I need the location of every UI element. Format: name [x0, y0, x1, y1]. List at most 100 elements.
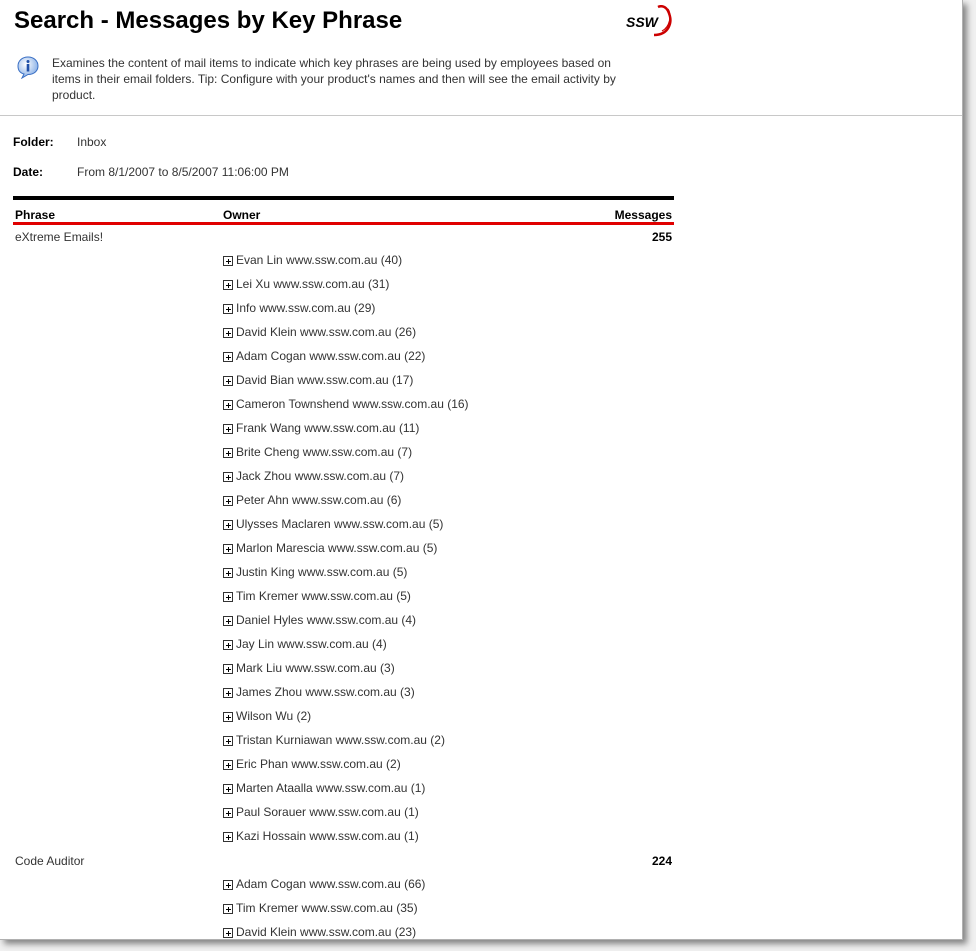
owner-name: Cameron Townshend www.ssw.com.au (16) — [236, 397, 469, 411]
expand-plus-icon[interactable] — [223, 568, 233, 578]
expand-plus-icon[interactable] — [223, 640, 233, 650]
ssw-logo: SSW — [626, 5, 672, 37]
owner-name: Marten Ataalla www.ssw.com.au (1) — [236, 781, 426, 795]
phrase-message-count: 224 — [651, 854, 672, 868]
report-page: Search - Messages by Key Phrase SSW Exam… — [0, 0, 963, 940]
expand-plus-icon[interactable] — [223, 616, 233, 626]
owner-name: Mark Liu www.ssw.com.au (3) — [236, 661, 395, 675]
owner-name: Daniel Hyles www.ssw.com.au (4) — [236, 613, 417, 627]
expand-plus-icon[interactable] — [223, 448, 233, 458]
owner-row: Kazi Hossain www.ssw.com.au (1) — [13, 825, 674, 849]
owner-row: Jay Lin www.ssw.com.au (4) — [13, 633, 674, 657]
owner-row: Eric Phan www.ssw.com.au (2) — [13, 753, 674, 777]
date-value: From 8/1/2007 to 8/5/2007 11:06:00 PM — [77, 165, 289, 179]
expand-plus-icon[interactable] — [223, 784, 233, 794]
owner-row: Brite Cheng www.ssw.com.au (7) — [13, 441, 674, 465]
expand-plus-icon[interactable] — [223, 736, 233, 746]
phrase-name: eXtreme Emails! — [15, 230, 104, 244]
owner-row: Daniel Hyles www.ssw.com.au (4) — [13, 609, 674, 633]
expand-plus-icon[interactable] — [223, 400, 233, 410]
expand-plus-icon[interactable] — [223, 880, 233, 890]
expand-plus-icon[interactable] — [223, 352, 233, 362]
expand-plus-icon[interactable] — [223, 760, 233, 770]
expand-plus-icon[interactable] — [223, 496, 233, 506]
owner-name: Jay Lin www.ssw.com.au (4) — [236, 637, 387, 651]
column-header-owner: Owner — [223, 208, 261, 222]
page-title: Search - Messages by Key Phrase — [14, 7, 403, 34]
owner-row: Jack Zhou www.ssw.com.au (7) — [13, 465, 674, 489]
page-description: Examines the content of mail items to in… — [52, 56, 616, 102]
owner-row: Paul Sorauer www.ssw.com.au (1) — [13, 801, 674, 825]
owner-name: Info www.ssw.com.au (29) — [236, 301, 376, 315]
owner-row: David Bian www.ssw.com.au (17) — [13, 369, 674, 393]
column-header-messages: Messages — [614, 208, 672, 222]
owner-row: David Klein www.ssw.com.au (26) — [13, 321, 674, 345]
expand-plus-icon[interactable] — [223, 376, 233, 386]
owner-name: David Klein www.ssw.com.au (23) — [236, 925, 417, 939]
owner-row: Lei Xu www.ssw.com.au (31) — [13, 273, 674, 297]
expand-plus-icon[interactable] — [223, 688, 233, 698]
expand-plus-icon[interactable] — [223, 832, 233, 842]
owner-name: David Klein www.ssw.com.au (26) — [236, 325, 417, 339]
owner-row: Tim Kremer www.ssw.com.au (35) — [13, 897, 674, 921]
owner-name: Adam Cogan www.ssw.com.au (22) — [236, 349, 426, 363]
report-table: Phrase Owner Messages eXtreme Emails! 255… — [13, 196, 674, 939]
expand-plus-icon[interactable] — [223, 280, 233, 290]
owner-row: Adam Cogan www.ssw.com.au (22) — [13, 345, 674, 369]
expand-plus-icon[interactable] — [223, 928, 233, 938]
owner-row: Frank Wang www.ssw.com.au (11) — [13, 417, 674, 441]
report-header: Search - Messages by Key Phrase SSW Exam… — [0, 0, 962, 116]
owner-name: Jack Zhou www.ssw.com.au (7) — [236, 469, 405, 483]
expand-plus-icon[interactable] — [223, 328, 233, 338]
owner-name: James Zhou www.ssw.com.au (3) — [236, 685, 415, 699]
owner-name: Paul Sorauer www.ssw.com.au (1) — [236, 805, 419, 819]
expand-plus-icon[interactable] — [223, 664, 233, 674]
owner-row: Info www.ssw.com.au (29) — [13, 297, 674, 321]
owner-row: Evan Lin www.ssw.com.au (40) — [13, 249, 674, 273]
owner-name: Tim Kremer www.ssw.com.au (35) — [236, 901, 418, 915]
expand-plus-icon[interactable] — [223, 304, 233, 314]
expand-plus-icon[interactable] — [223, 424, 233, 434]
owner-name: Tim Kremer www.ssw.com.au (5) — [236, 589, 411, 603]
expand-plus-icon[interactable] — [223, 904, 233, 914]
owner-name: Justin King www.ssw.com.au (5) — [236, 565, 408, 579]
owner-row: Tristan Kurniawan www.ssw.com.au (2) — [13, 729, 674, 753]
expand-plus-icon[interactable] — [223, 808, 233, 818]
expand-plus-icon[interactable] — [223, 712, 233, 722]
owner-row: Peter Ahn www.ssw.com.au (6) — [13, 489, 674, 513]
owner-name: Tristan Kurniawan www.ssw.com.au (2) — [236, 733, 445, 747]
folder-label: Folder: — [13, 135, 54, 149]
owner-row: Justin King www.ssw.com.au (5) — [13, 561, 674, 585]
owner-name: Kazi Hossain www.ssw.com.au (1) — [236, 829, 419, 843]
owner-name: David Bian www.ssw.com.au (17) — [236, 373, 414, 387]
phrase-message-count: 255 — [651, 230, 672, 244]
date-label: Date: — [13, 165, 44, 179]
owner-name: Evan Lin www.ssw.com.au (40) — [236, 253, 403, 267]
phrase-row: Code Auditor 224 — [13, 849, 674, 873]
logo-text: SSW — [626, 14, 660, 30]
column-headers: Phrase Owner Messages — [13, 200, 674, 222]
expand-plus-icon[interactable] — [223, 592, 233, 602]
owner-name: Ulysses Maclaren www.ssw.com.au (5) — [236, 517, 444, 531]
owner-name: Wilson Wu (2) — [236, 709, 312, 723]
info-icon — [17, 56, 39, 79]
phrase-row: eXtreme Emails! 255 — [13, 225, 674, 249]
owner-name: Adam Cogan www.ssw.com.au (66) — [236, 877, 426, 891]
owner-row: Mark Liu www.ssw.com.au (3) — [13, 657, 674, 681]
column-header-phrase: Phrase — [15, 208, 56, 222]
owner-name: Peter Ahn www.ssw.com.au (6) — [236, 493, 402, 507]
expand-plus-icon[interactable] — [223, 256, 233, 266]
owner-row: Cameron Townshend www.ssw.com.au (16) — [13, 393, 674, 417]
expand-plus-icon[interactable] — [223, 472, 233, 482]
owner-name: Frank Wang www.ssw.com.au (11) — [236, 421, 420, 435]
owner-row: James Zhou www.ssw.com.au (3) — [13, 681, 674, 705]
phrase-name: Code Auditor — [15, 854, 85, 868]
expand-plus-icon[interactable] — [223, 520, 233, 530]
owner-row: Adam Cogan www.ssw.com.au (66) — [13, 873, 674, 897]
folder-value: Inbox — [77, 135, 107, 149]
owner-row: Ulysses Maclaren www.ssw.com.au (5) — [13, 513, 674, 537]
owner-row: Wilson Wu (2) — [13, 705, 674, 729]
owner-row: Marten Ataalla www.ssw.com.au (1) — [13, 777, 674, 801]
owner-name: Marlon Marescia www.ssw.com.au (5) — [236, 541, 438, 555]
expand-plus-icon[interactable] — [223, 544, 233, 554]
